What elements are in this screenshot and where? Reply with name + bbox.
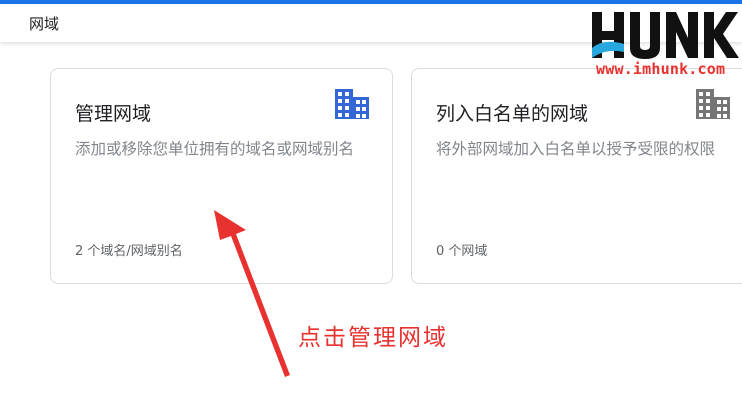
card-count: 2 个域名/网域别名 bbox=[75, 244, 183, 259]
page-title: 网域 bbox=[29, 15, 60, 33]
card-description: 将外部网域加入白名单以授予受限的权限 bbox=[436, 140, 716, 158]
card-description: 添加或移除您单位拥有的域名或网域别名 bbox=[75, 140, 355, 158]
card-count: 0 个网域 bbox=[436, 244, 488, 259]
card-title: 管理网域 bbox=[75, 103, 152, 125]
building-icon bbox=[696, 89, 730, 119]
annotation-text: 点击管理网域 bbox=[298, 325, 448, 351]
whitelisted-domains-card[interactable]: 列入白名单的网域 将外部网域加入白名单以授予受限的权限 0 个网域 bbox=[411, 68, 742, 284]
manage-domains-card[interactable]: 管理网域 添加或移除您单位拥有的域名或网域别名 2 个域名/网域别名 bbox=[50, 68, 393, 284]
building-icon bbox=[335, 89, 369, 119]
logo-url: www.imhunk.com bbox=[596, 60, 726, 78]
card-title: 列入白名单的网域 bbox=[436, 103, 589, 125]
